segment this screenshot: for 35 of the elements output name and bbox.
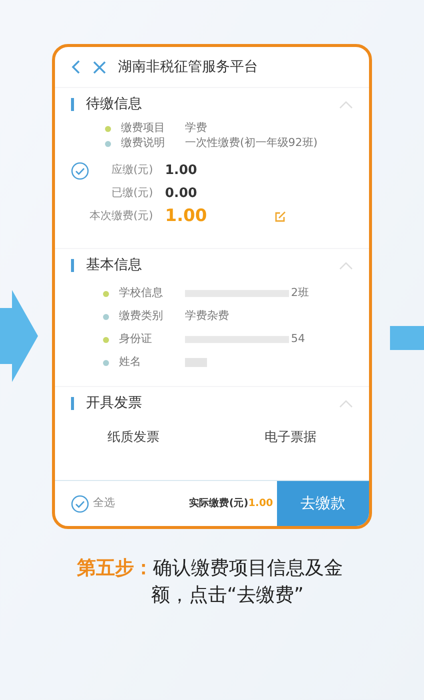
field-label: 身份证: [119, 331, 153, 348]
section-marker: [71, 259, 74, 272]
select-all-checkbox[interactable]: [71, 494, 89, 512]
amount-label: 已缴(元): [111, 185, 153, 202]
field-value: 2班: [291, 285, 309, 302]
select-all-label: 全选: [93, 495, 115, 512]
field-label: 缴费项目: [121, 120, 166, 136]
amount-value: 0.00: [165, 184, 198, 203]
field-value: 学费杂费: [185, 308, 229, 324]
section-marker: [71, 397, 74, 410]
section-title: 基本信息: [86, 256, 142, 275]
section-title: 待缴信息: [86, 95, 142, 114]
section-marker: [71, 98, 74, 111]
field-label: 缴费说明: [121, 135, 166, 152]
step-caption: 第五步：确认缴费项目信息及金额，点击“去缴费”: [77, 556, 344, 608]
field-value: 学费: [185, 120, 207, 136]
amount-value: 1.00: [165, 204, 208, 228]
section-title: 开具发票: [86, 394, 142, 413]
app-title: 湖南非税征管服务平台: [118, 58, 258, 76]
amount-value: 1.00: [165, 162, 198, 180]
field-label: 缴费类别: [119, 308, 164, 324]
edit-icon[interactable]: [275, 211, 286, 222]
amount-label: 应缴(元): [111, 162, 153, 178]
field-label: 姓名: [119, 354, 142, 370]
amount-label: 本次缴费(元): [89, 208, 153, 224]
invoice-option[interactable]: 纸质发票: [100, 428, 168, 448]
field-label: 学校信息: [119, 285, 164, 302]
invoice-option[interactable]: 电子票据: [256, 428, 324, 448]
total-value: 1.00: [248, 497, 273, 511]
field-value: 一次性缴费(初一年级92班): [185, 135, 318, 152]
check-icon[interactable]: [71, 162, 89, 180]
total-label: 实际缴费(元): [189, 496, 248, 511]
field-value: 54: [291, 331, 305, 348]
close-icon[interactable]: [93, 60, 106, 74]
back-icon[interactable]: [71, 60, 81, 74]
